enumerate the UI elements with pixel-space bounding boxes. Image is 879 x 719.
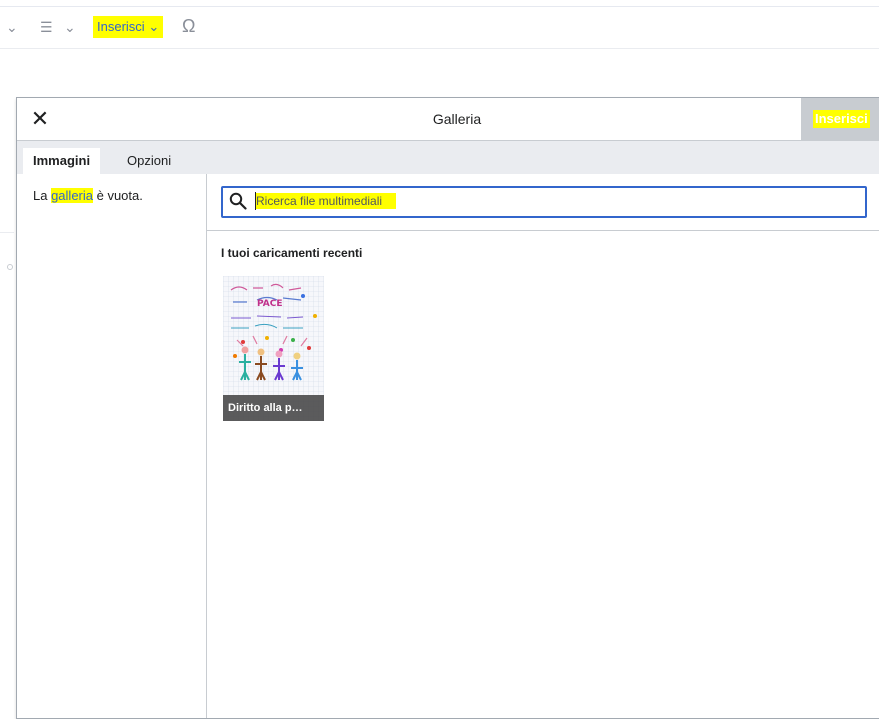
editor-toolbar: ⌄ ☰ ⌄ Inserisci ⌄ Ω <box>0 8 879 48</box>
insert-button-label: Inserisci <box>813 110 870 128</box>
search-placeholder: Ricerca file multimediali <box>255 193 397 209</box>
gallery-items-pane: La galleria è vuota. <box>17 174 207 718</box>
empty-gallery-message: La galleria è vuota. <box>33 188 143 203</box>
toolbar-divider <box>0 48 879 49</box>
top-border <box>0 6 879 7</box>
chevron-down-icon[interactable]: ⌄ <box>64 16 76 38</box>
media-search-input[interactable]: Ricerca file multimediali <box>221 186 867 218</box>
media-search-pane: Ricerca file multimediali I tuoi caricam… <box>207 174 879 718</box>
text-cursor <box>255 192 256 210</box>
thumbnail-caption: Diritto alla p… <box>223 395 324 421</box>
special-characters-icon[interactable]: Ω <box>182 15 195 37</box>
insert-menu-button[interactable]: Inserisci ⌄ <box>93 16 164 38</box>
tab-options[interactable]: Opzioni <box>117 148 181 174</box>
svg-text:PACE: PACE <box>257 299 283 309</box>
background-bullet <box>7 264 13 270</box>
bulleted-list-icon[interactable]: ☰ <box>40 16 53 38</box>
gallery-link[interactable]: galleria <box>51 188 93 203</box>
chevron-down-icon: ⌄ <box>148 19 160 34</box>
insert-button[interactable]: Inserisci <box>801 98 879 140</box>
search-icon <box>229 192 247 210</box>
dialog-tabs: Immagini Opzioni <box>17 141 879 174</box>
insert-menu-label: Inserisci <box>97 19 145 34</box>
empty-message-prefix: La <box>33 188 52 203</box>
background-divider <box>0 232 14 233</box>
dialog-header: ✕ Galleria Inserisci <box>17 98 879 141</box>
recent-uploads-heading: I tuoi caricamenti recenti <box>221 246 363 260</box>
dialog-title: Galleria <box>432 111 482 127</box>
tab-images[interactable]: Immagini <box>23 148 101 174</box>
chevron-down-icon[interactable]: ⌄ <box>6 16 18 38</box>
gallery-dialog: ✕ Galleria Inserisci Immagini Opzioni La… <box>16 97 879 719</box>
empty-message-suffix: è vuota. <box>93 188 143 203</box>
close-icon[interactable]: ✕ <box>27 106 53 132</box>
recent-upload-thumbnail[interactable]: PACE Diritto alla p… <box>223 276 324 421</box>
search-divider <box>207 230 879 231</box>
